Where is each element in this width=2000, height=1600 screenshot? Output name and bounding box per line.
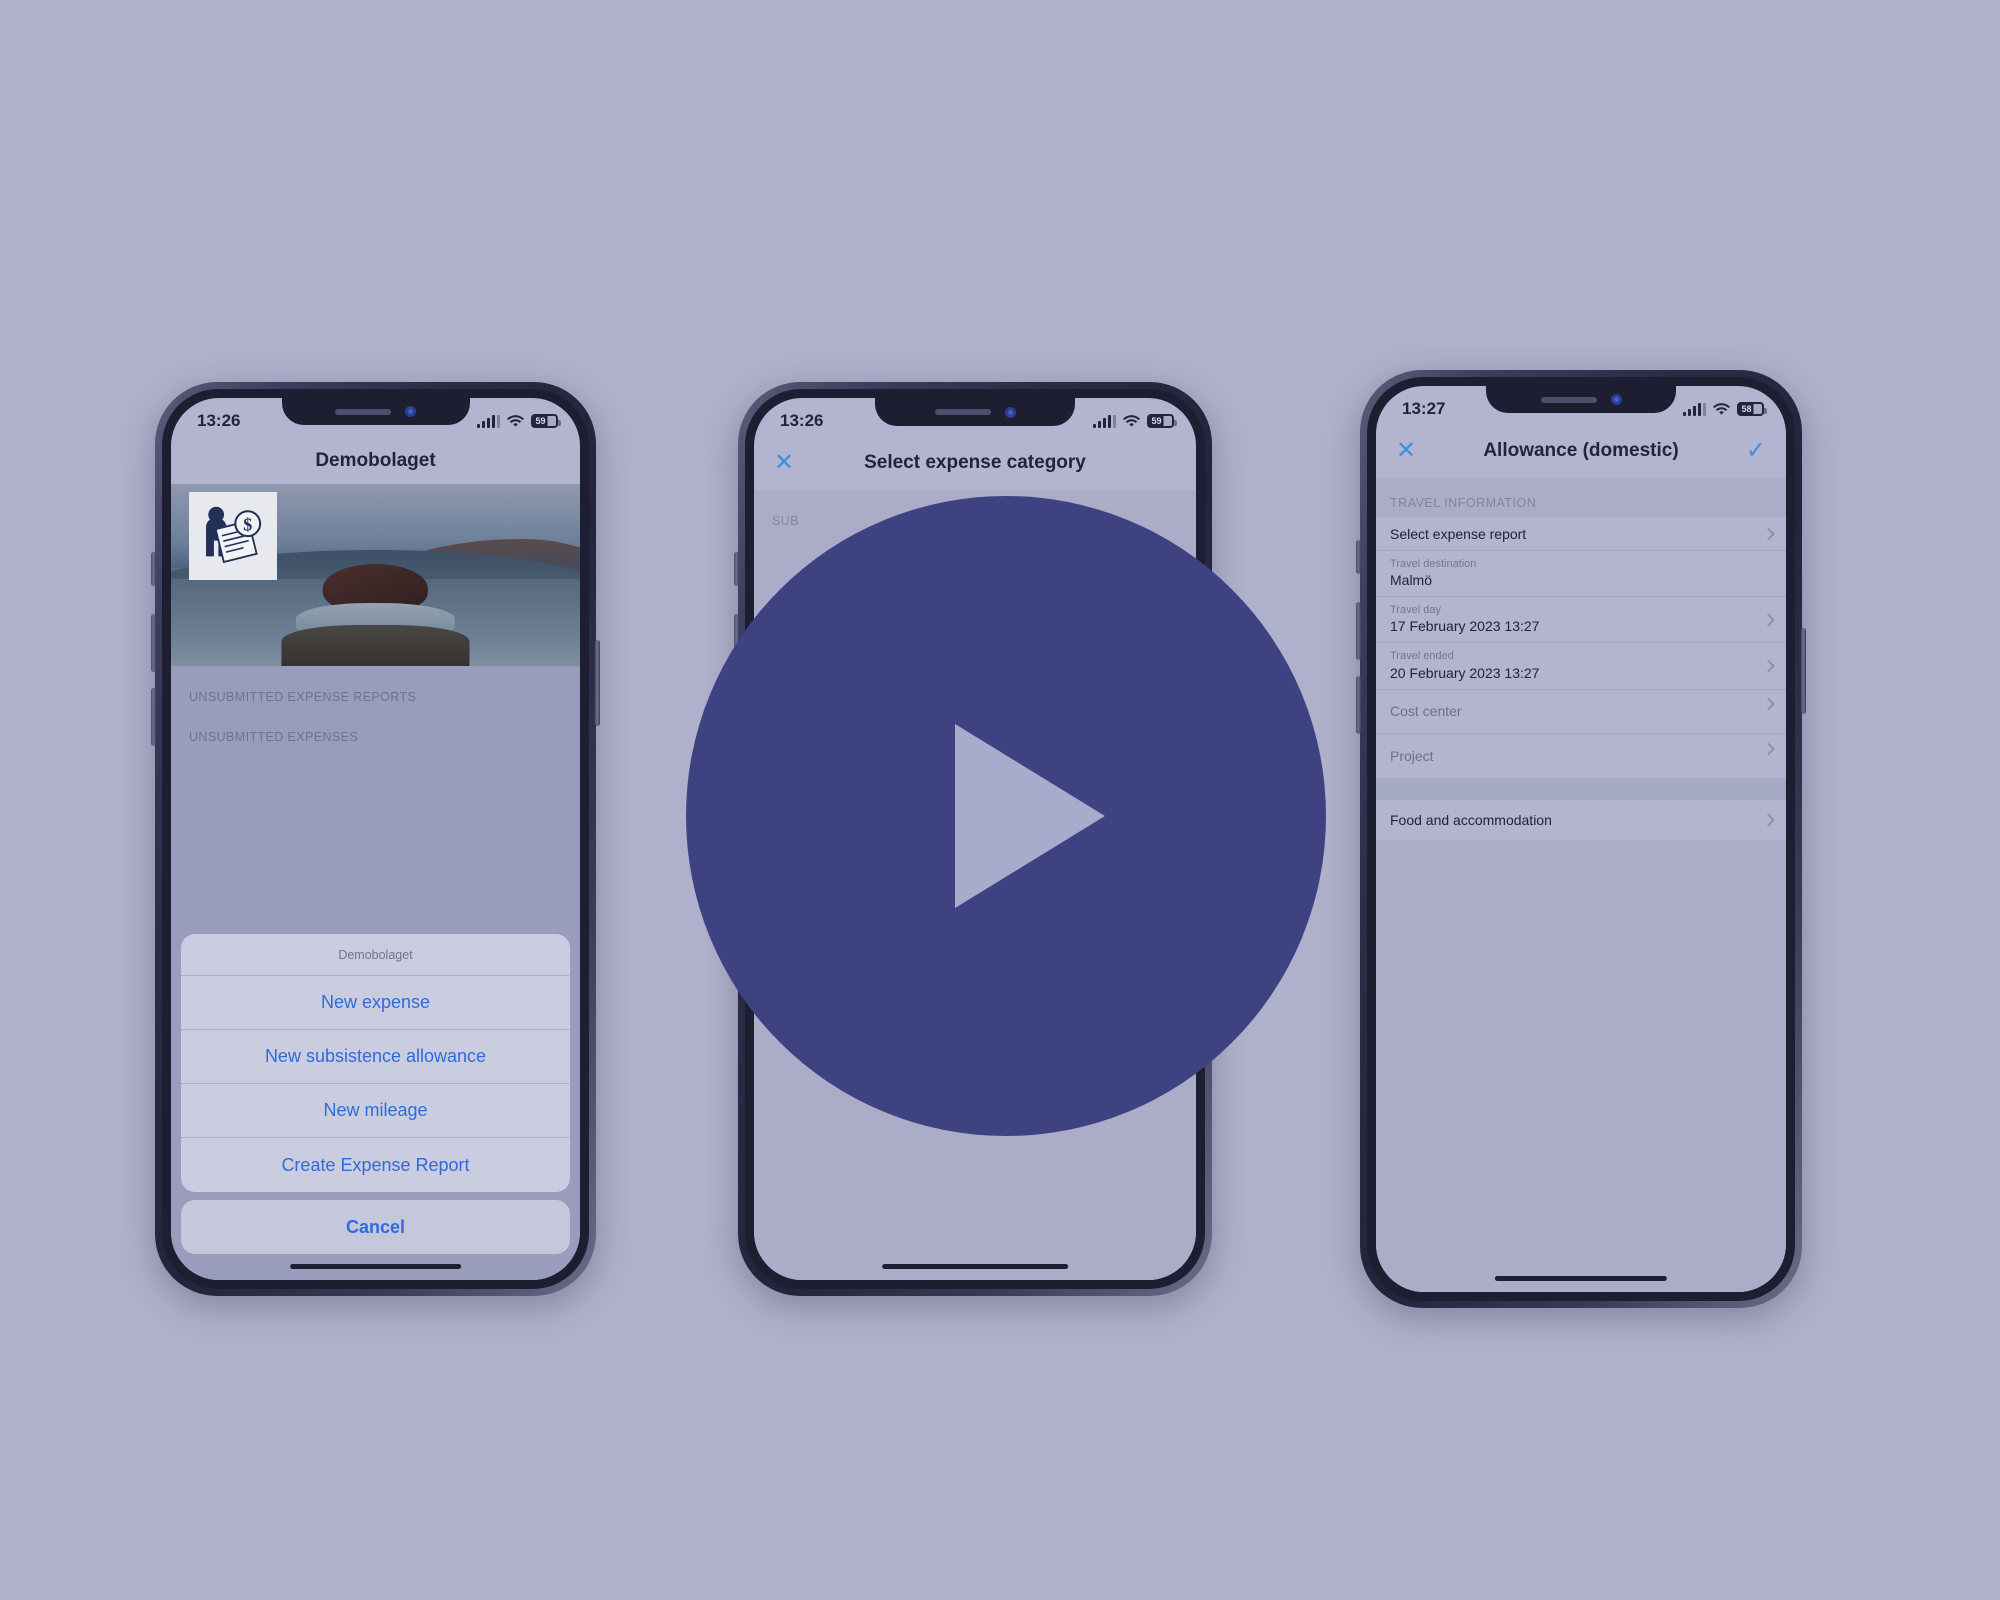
- status-time: 13:27: [1402, 399, 1446, 418]
- front-camera-icon: [1004, 406, 1016, 418]
- front-camera-icon: [1610, 394, 1622, 405]
- play-triangle-icon: [955, 724, 1105, 908]
- phone-1-navbar: Demobolaget: [171, 438, 580, 484]
- action-sheet-title: Demobolaget: [181, 934, 570, 976]
- video-thumbnail-stage: 13:26 59 Demobolaget $ UNSUBMITTED EXPEN…: [0, 0, 2000, 1600]
- battery-icon: 58: [1737, 402, 1767, 416]
- action-cancel-button[interactable]: Cancel: [181, 1200, 570, 1254]
- phone-mockup-1: 13:26 59 Demobolaget $ UNSUBMITTED EXPEN…: [151, 382, 600, 1296]
- battery-icon: 59: [531, 414, 561, 428]
- section-header-travel-information: TRAVEL INFORMATION: [1390, 496, 1537, 510]
- status-time: 13:26: [197, 411, 241, 430]
- phone-3-navbar: ✕ Allowance (domestic) ✓: [1376, 428, 1786, 474]
- chevron-right-icon: [1762, 659, 1775, 673]
- phone-3-screen: 13:27 58 ✕ Allowance (domestic) ✓ TRAVEL…: [1376, 386, 1786, 1292]
- battery-level: 59: [1151, 416, 1162, 426]
- chevron-right-icon: [1762, 697, 1775, 711]
- row-select-expense-report[interactable]: Select expense report: [1376, 517, 1786, 551]
- status-time: 13:26: [780, 411, 824, 430]
- battery-level: 59: [535, 416, 546, 426]
- battery-icon: 59: [1147, 414, 1177, 428]
- home-indicator[interactable]: [1494, 1276, 1668, 1281]
- home-indicator[interactable]: [289, 1264, 462, 1269]
- action-sheet-group: Demobolaget New expense New subsistence …: [181, 934, 570, 1192]
- notch: [281, 398, 470, 425]
- row-travel-day[interactable]: Travel day 17 February 2023 13:27: [1376, 597, 1786, 644]
- section-gap: [1376, 777, 1786, 800]
- close-icon[interactable]: ✕: [774, 451, 794, 475]
- battery-level: 58: [1741, 404, 1752, 414]
- row-project[interactable]: Project: [1376, 734, 1786, 778]
- row-travel-destination[interactable]: Travel destination Malmö: [1376, 551, 1786, 598]
- close-icon[interactable]: ✕: [1396, 439, 1416, 463]
- action-new-subsistence-allowance[interactable]: New subsistence allowance: [181, 1030, 570, 1084]
- svg-text:$: $: [243, 514, 252, 534]
- section-header-unsubmitted-expenses: UNSUBMITTED EXPENSES: [189, 730, 359, 744]
- travel-info-list: Select expense report Travel destination…: [1376, 517, 1786, 778]
- action-new-mileage[interactable]: New mileage: [181, 1084, 570, 1138]
- confirm-checkmark-icon[interactable]: ✓: [1746, 439, 1766, 463]
- section-header-unsubmitted-expense-reports: UNSUBMITTED EXPENSE REPORTS: [189, 690, 417, 704]
- earpiece-speaker: [1540, 396, 1597, 403]
- chevron-right-icon: [1762, 527, 1775, 540]
- phone-mockup-3: 13:27 58 ✕ Allowance (domestic) ✓ TRAVEL…: [1356, 370, 1806, 1308]
- wifi-icon: [507, 414, 524, 427]
- page-title: Select expense category: [864, 452, 1086, 473]
- home-indicator[interactable]: [882, 1264, 1068, 1269]
- wifi-icon: [1123, 414, 1140, 427]
- row-cost-center[interactable]: Cost center: [1376, 690, 1786, 734]
- action-sheet: Demobolaget New expense New subsistence …: [181, 934, 570, 1254]
- page-title: Demobolaget: [315, 450, 436, 471]
- earpiece-speaker: [934, 409, 991, 415]
- chevron-right-icon: [1762, 613, 1775, 627]
- front-camera-icon: [405, 406, 416, 417]
- phone-2-navbar: ✕ Select expense category: [754, 440, 1196, 486]
- row-food-and-accommodation[interactable]: Food and accommodation: [1376, 800, 1786, 840]
- earpiece-speaker: [335, 408, 391, 415]
- food-accommodation-list: Food and accommodation: [1376, 799, 1786, 840]
- notch: [1486, 386, 1676, 413]
- row-travel-ended[interactable]: Travel ended 20 February 2023 13:27: [1376, 643, 1786, 690]
- cellular-signal-icon: [1683, 402, 1706, 416]
- expense-report-logo: $: [189, 492, 277, 580]
- play-button[interactable]: [686, 496, 1326, 1136]
- action-create-expense-report[interactable]: Create Expense Report: [181, 1138, 570, 1192]
- cellular-signal-icon: [1093, 414, 1116, 428]
- wifi-icon: [1713, 402, 1730, 415]
- person-with-receipt-icon: $: [205, 506, 262, 563]
- phone-1-screen: 13:26 59 Demobolaget $ UNSUBMITTED EXPEN…: [171, 398, 580, 1280]
- cellular-signal-icon: [477, 414, 500, 428]
- page-title: Allowance (domestic): [1483, 440, 1679, 461]
- travel-information-section: TRAVEL INFORMATION Select expense report…: [1376, 486, 1786, 840]
- chevron-right-icon: [1762, 813, 1775, 826]
- notch: [875, 398, 1075, 426]
- chevron-right-icon: [1762, 742, 1775, 755]
- action-new-expense[interactable]: New expense: [181, 976, 570, 1030]
- hero-person: [281, 564, 470, 666]
